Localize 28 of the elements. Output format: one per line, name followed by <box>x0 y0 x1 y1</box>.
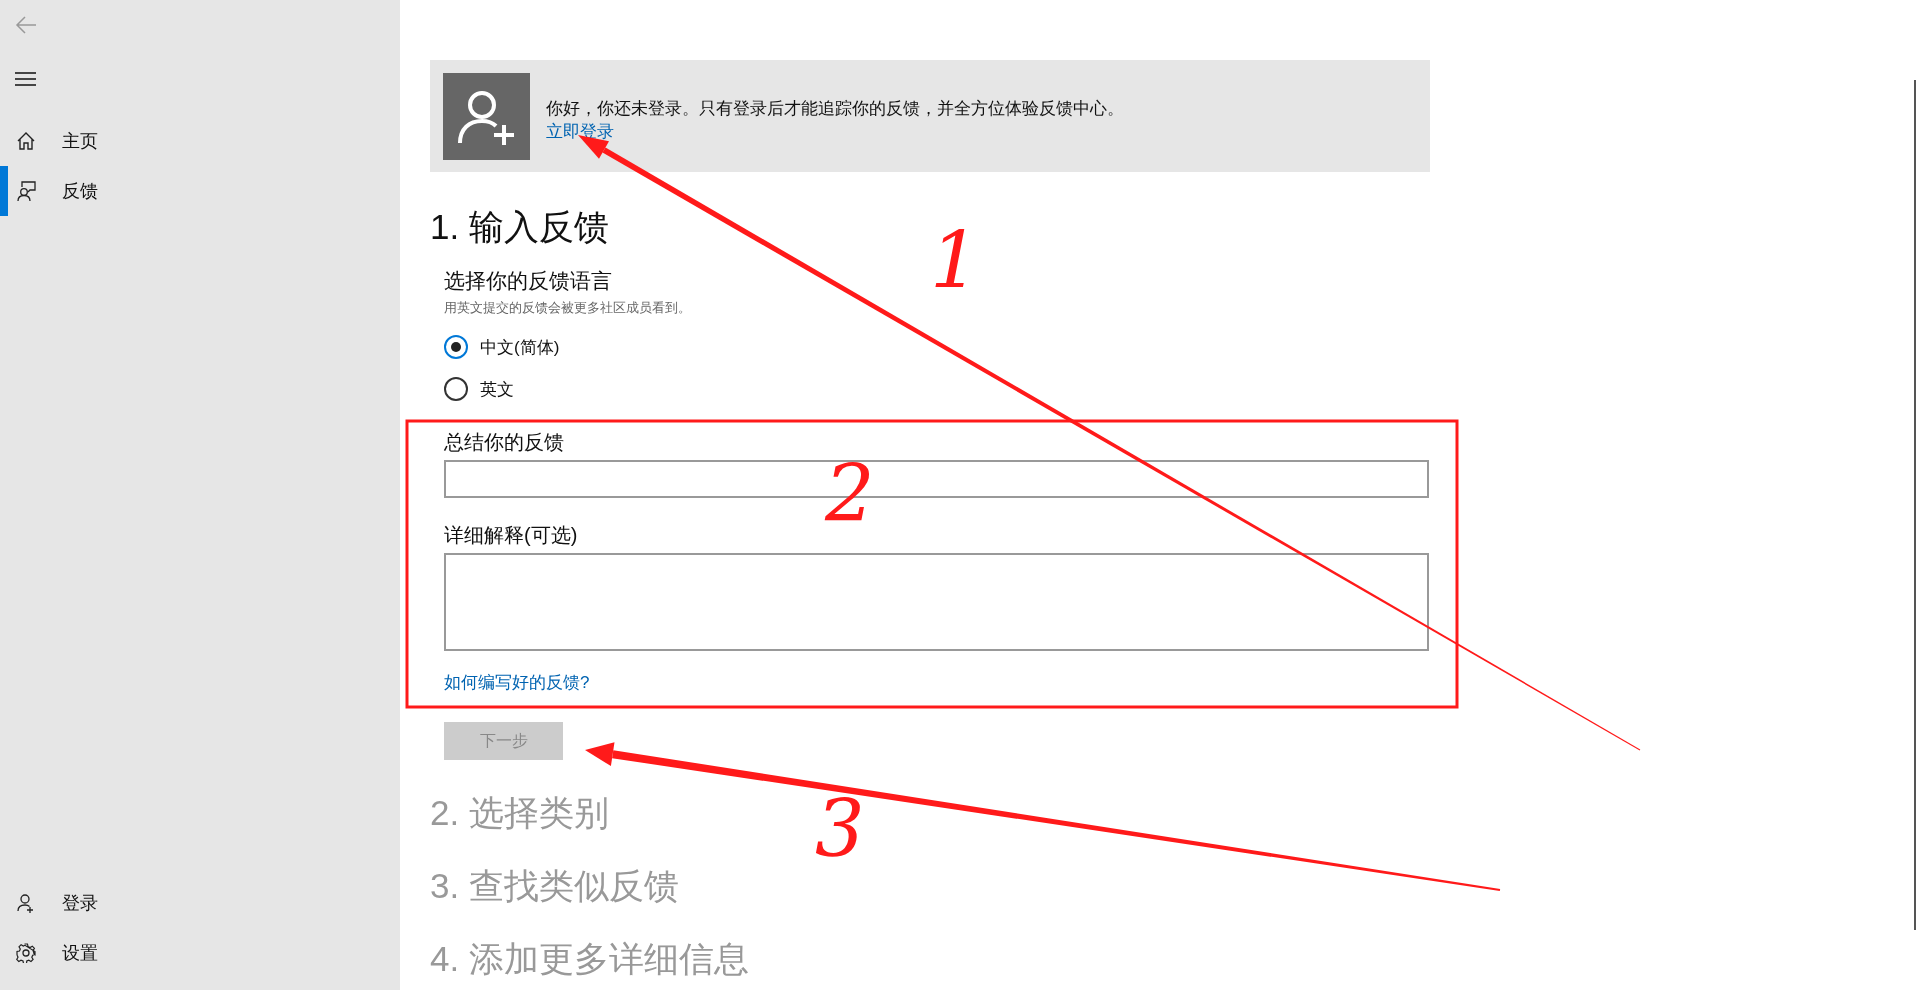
step-heading: 1. 输入反馈 <box>430 206 609 248</box>
settings-icon <box>16 943 36 963</box>
language-option[interactable]: 英文 <box>444 377 514 401</box>
sidebar-item[interactable]: 反馈 <box>0 166 400 216</box>
handwritten-number: 1 <box>930 222 980 300</box>
feedback-icon <box>16 181 36 201</box>
sidebar-item[interactable]: 主页 <box>0 116 400 166</box>
help-link[interactable]: 如何编写好的反馈? <box>444 671 590 694</box>
radio-button[interactable] <box>444 377 468 401</box>
sign-in-message: 你好，你还未登录。只有登录后才能追踪你的反馈，并全方位体验反馈中心。 <box>546 98 1124 120</box>
sidebar-item[interactable]: 设置 <box>0 928 400 978</box>
handwritten-number: 2 <box>825 455 875 533</box>
handwritten-number: 3 <box>815 790 865 868</box>
add-person-icon <box>16 893 36 913</box>
sign-in-link[interactable]: 立即登录 <box>546 120 614 143</box>
language-option[interactable]: 中文(简体) <box>444 335 560 359</box>
step-heading: 3. 查找类似反馈 <box>430 865 679 907</box>
field-label: 详细解释(可选) <box>444 523 578 548</box>
menu-icon[interactable] <box>15 72 36 86</box>
step-heading: 4. 添加更多详细信息 <box>430 938 749 980</box>
field-label: 总结你的反馈 <box>444 430 564 455</box>
details-field[interactable] <box>444 553 1429 651</box>
sidebar-item[interactable]: 登录 <box>0 878 400 928</box>
radio-button[interactable] <box>444 335 468 359</box>
step-heading: 2. 选择类别 <box>430 792 609 834</box>
section-title: 选择你的反馈语言 <box>444 268 612 294</box>
home-icon <box>16 131 36 151</box>
hint-text: 用英文提交的反馈会被更多社区成员看到。 <box>444 299 691 317</box>
